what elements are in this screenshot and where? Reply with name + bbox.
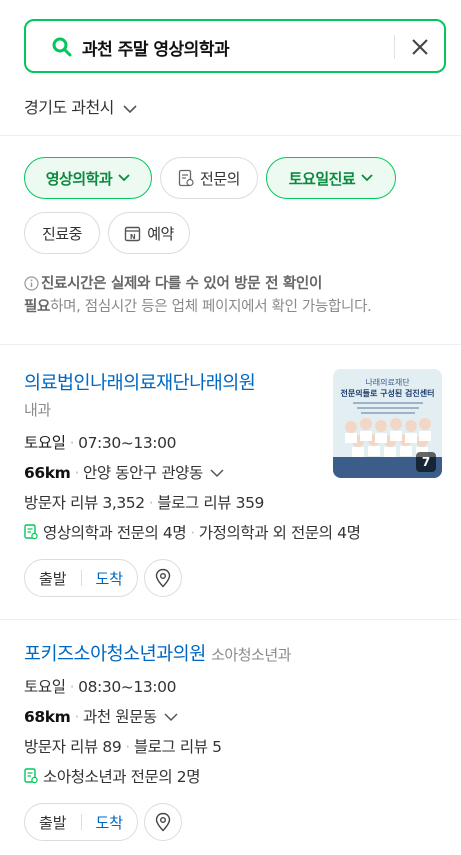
hours-day: 토요일 — [24, 434, 66, 452]
map-pin-icon — [155, 812, 171, 832]
place-name: 포키즈소아청소년과의원 소아청소년과 — [24, 640, 291, 666]
notice-bold: 진료시간은 실제와 다를 수 있어 방문 전 확인이 — [41, 276, 322, 292]
blog-reviews: 블로그 리뷰 5 — [133, 738, 222, 756]
distance: 68km — [24, 708, 71, 726]
thumb-subtitle: 전문의들로 구성된 검진센터 — [340, 389, 435, 398]
region-label: 경기도 과천시 — [24, 98, 114, 117]
arrive-button[interactable]: 도착 — [82, 812, 138, 833]
distance-address[interactable]: 68km · 과천 원문동 — [24, 705, 178, 727]
visitor-reviews: 방문자 리뷰 89 — [24, 738, 122, 756]
filter-chip-saturday[interactable]: 토요일진료 — [266, 157, 396, 199]
doc-icon — [178, 169, 194, 187]
divider — [0, 344, 461, 345]
arrive-button[interactable]: 도착 — [82, 568, 138, 589]
chevron-down-icon — [210, 469, 224, 478]
filter-chip-specialist[interactable]: 전문의 — [160, 157, 258, 199]
search-icon — [52, 37, 72, 57]
hours-time: 08:30~13:00 — [78, 678, 177, 696]
close-icon[interactable] — [410, 37, 430, 57]
place-name-link[interactable]: 포키즈소아청소년과의원 — [24, 644, 206, 665]
business-hours: 토요일 · 07:30~13:00 — [24, 434, 177, 452]
chip-label: 예약 — [147, 224, 174, 243]
blog-reviews: 블로그 리뷰 359 — [157, 494, 265, 512]
address: 안양 동안구 관양동 — [82, 464, 203, 482]
route-button[interactable]: 출발 도착 — [24, 803, 138, 841]
visitor-reviews: 방문자 리뷰 3,352 — [24, 494, 145, 512]
search-divider — [394, 35, 395, 59]
specialists: 영상의학과 전문의 4명 · 가정의학과 외 전문의 4명 — [24, 521, 361, 543]
specialists: 소아청소년과 전문의 2명 — [24, 765, 201, 787]
info-icon — [24, 276, 39, 291]
chevron-down-icon — [361, 174, 373, 182]
business-hours: 토요일 · 08:30~13:00 — [24, 678, 177, 696]
specialist-count-b: 가정의학과 외 전문의 4명 — [198, 524, 361, 542]
reviews: 방문자 리뷰 89 · 블로그 리뷰 5 — [24, 738, 222, 756]
chevron-down-icon — [118, 174, 130, 182]
place-category: 소아청소년과 — [211, 646, 291, 664]
chip-label: 토요일진료 — [288, 169, 356, 188]
hours-time: 07:30~13:00 — [78, 434, 177, 452]
route-button[interactable]: 출발 도착 — [24, 559, 138, 597]
hours-notice: 진료시간은 실제와 다를 수 있어 방문 전 확인이필요하며, 점심시간 등은 … — [24, 273, 444, 319]
specialist-count-a: 소아청소년과 전문의 2명 — [43, 768, 201, 786]
start-button[interactable]: 출발 — [25, 812, 81, 833]
map-pin-button[interactable] — [144, 803, 182, 841]
chip-label: 진료중 — [42, 224, 82, 243]
photo-count-badge: 7 — [416, 452, 436, 472]
search-bar[interactable]: 과천 주말 영상의학과 — [24, 19, 446, 73]
chevron-down-icon — [164, 713, 178, 722]
divider — [0, 135, 461, 136]
notice-bold-2: 필요 — [24, 299, 51, 315]
address: 과천 원문동 — [82, 708, 157, 726]
filter-chip-reservation[interactable]: N 예약 — [108, 212, 190, 254]
place-name-link[interactable]: 의료법인나래의료재단나래의원 — [24, 369, 256, 395]
map-pin-button[interactable] — [144, 559, 182, 597]
thumb-title: 나래의료재단 — [365, 378, 410, 387]
filter-chip-open-now[interactable]: 진료중 — [24, 212, 100, 254]
doc-icon — [24, 524, 38, 540]
chevron-down-icon — [122, 104, 137, 113]
chip-label: 전문의 — [200, 169, 240, 188]
search-input[interactable]: 과천 주말 영상의학과 — [82, 35, 230, 60]
divider — [0, 619, 461, 620]
distance: 66km — [24, 464, 71, 482]
start-button[interactable]: 출발 — [25, 568, 81, 589]
calendar-icon: N — [124, 226, 141, 241]
notice-text: 하며, 점심시간 등은 업체 페이지에서 확인 가능합니다. — [50, 299, 372, 315]
place-category: 내과 — [24, 401, 51, 419]
specialist-count-a: 영상의학과 전문의 4명 — [43, 524, 187, 542]
place-photo[interactable]: 나래의료재단 전문의들로 구성된 검진센터 7 — [333, 369, 442, 478]
svg-text:N: N — [130, 233, 136, 241]
map-pin-icon — [155, 568, 171, 588]
region-selector[interactable]: 경기도 과천시 — [24, 94, 137, 118]
doc-icon — [24, 768, 38, 784]
distance-address[interactable]: 66km · 안양 동안구 관양동 — [24, 461, 224, 483]
filter-chip-radiology[interactable]: 영상의학과 — [24, 157, 152, 199]
hours-day: 토요일 — [24, 678, 66, 696]
chip-label: 영상의학과 — [45, 169, 113, 188]
reviews: 방문자 리뷰 3,352 · 블로그 리뷰 359 — [24, 494, 265, 512]
